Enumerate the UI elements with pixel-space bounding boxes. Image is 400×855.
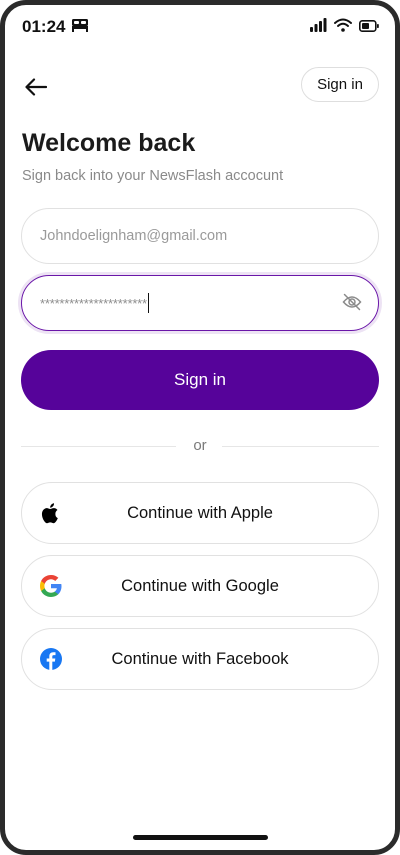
divider-right <box>222 446 379 447</box>
password-value: ********************** <box>40 295 147 311</box>
password-field[interactable]: ********************** <box>21 275 379 331</box>
arrow-left-icon <box>25 77 48 101</box>
signal-icon <box>310 18 327 37</box>
back-button[interactable] <box>20 73 52 105</box>
home-indicator <box>133 835 268 840</box>
continue-with-apple-button[interactable]: Continue with Apple <box>21 482 379 544</box>
divider-or-text: or <box>193 437 207 454</box>
page-title: Welcome back <box>22 129 196 157</box>
continue-with-facebook-button[interactable]: Continue with Facebook <box>21 628 379 690</box>
sleep-mode-icon <box>71 18 89 37</box>
email-field[interactable]: Johndoelignham@gmail.com <box>21 208 379 264</box>
email-value: Johndoelignham@gmail.com <box>40 228 228 244</box>
status-time: 01:24 <box>22 17 66 36</box>
phone-screen: 01:24 Sign in Welcome back Sign back int… <box>0 0 400 855</box>
apple-button-label: Continue with Apple <box>127 503 273 522</box>
eye-off-icon[interactable] <box>342 293 362 316</box>
wifi-icon <box>334 18 352 37</box>
signin-button[interactable]: Sign in <box>21 350 379 410</box>
text-cursor <box>147 293 150 313</box>
divider-left <box>21 446 176 447</box>
battery-icon <box>359 19 379 37</box>
continue-with-google-button[interactable]: Continue with Google <box>21 555 379 617</box>
facebook-button-label: Continue with Facebook <box>111 649 289 668</box>
status-icons <box>310 18 379 37</box>
header-signin-button[interactable]: Sign in <box>301 67 379 102</box>
page-subtitle: Sign back into your NewsFlash accocunt <box>22 168 284 184</box>
google-button-label: Continue with Google <box>121 576 279 595</box>
